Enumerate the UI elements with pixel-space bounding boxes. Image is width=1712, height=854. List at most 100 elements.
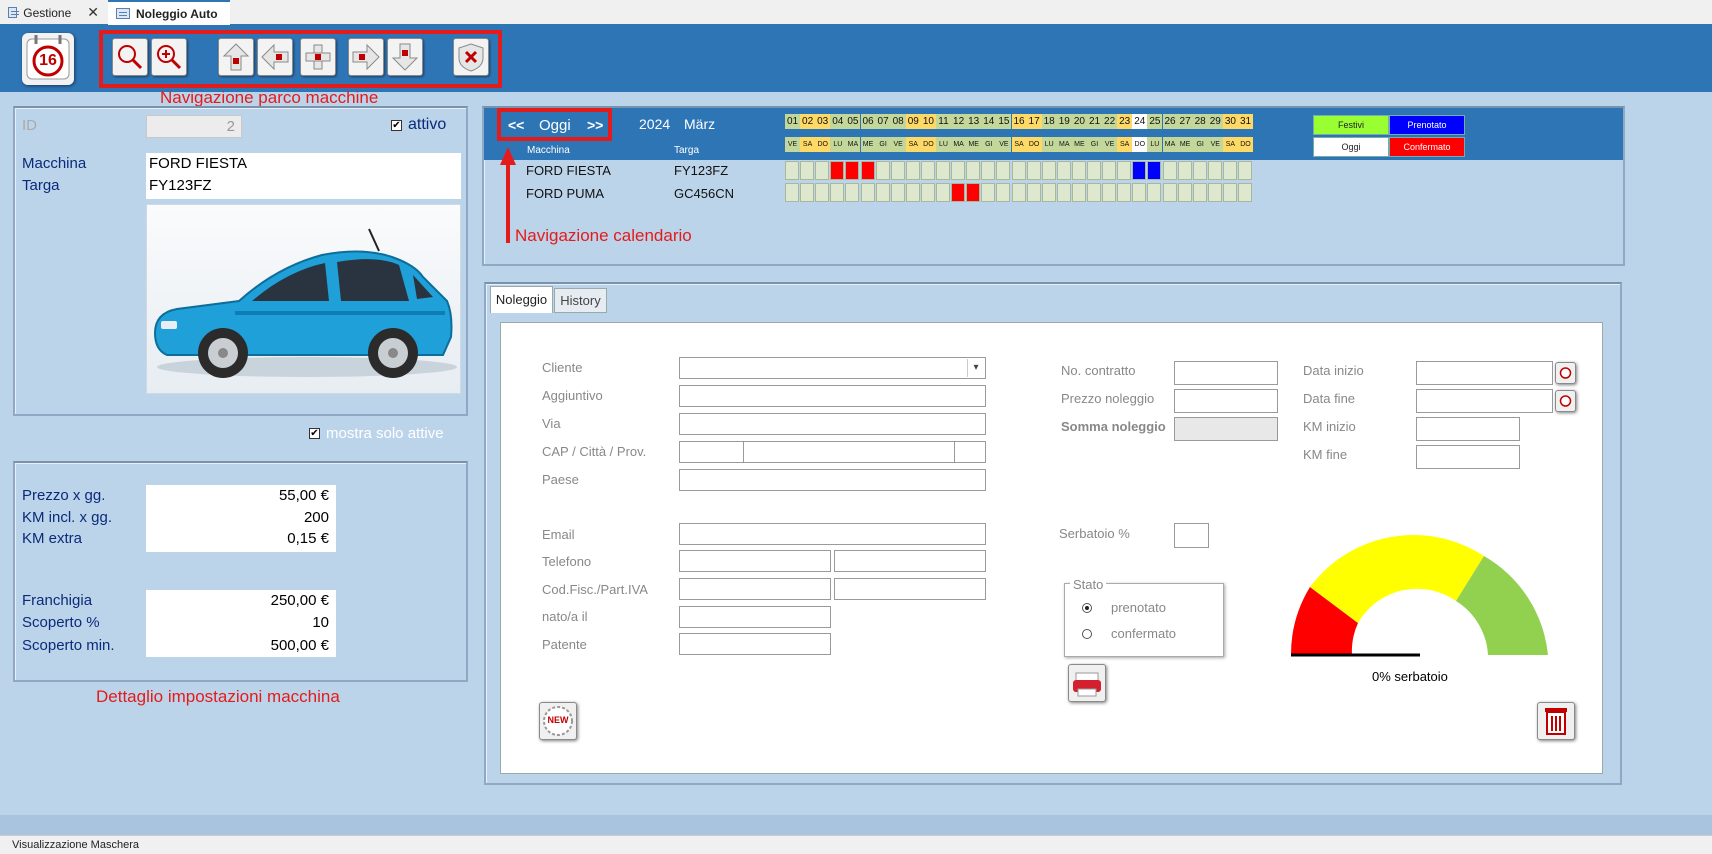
calendar-slot-row2-day-05[interactable] [845,183,860,202]
data-fine-picker-button[interactable] [1555,390,1576,412]
citta-input[interactable] [743,441,955,463]
calendar-slot-row1-day-13[interactable] [966,161,981,180]
calendar-slot-row2-day-06[interactable] [860,183,875,202]
calendar-slot-row2-day-16[interactable] [1011,183,1026,202]
calendar-slot-row1-day-25[interactable] [1147,161,1162,180]
data-inizio-input[interactable] [1416,361,1553,385]
new-record-button[interactable] [300,38,336,76]
calendar-slot-row2-day-25[interactable] [1147,183,1162,202]
calendar-slot-row2-day-09[interactable] [905,183,920,202]
calendar-slot-row2-day-17[interactable] [1026,183,1041,202]
first-record-button[interactable] [218,38,254,76]
calendar-slot-row2-day-23[interactable] [1117,183,1132,202]
calendar-slot-row2-day-14[interactable] [981,183,996,202]
calendar-slot-row1-day-24[interactable] [1132,161,1147,180]
calendar-prev-button[interactable]: << [508,117,524,133]
calendar-slot-row1-day-09[interactable] [905,161,920,180]
calendar-slot-row1-day-03[interactable] [815,161,830,180]
calendar-slot-row1-day-10[interactable] [920,161,935,180]
calendar-slot-row1-day-18[interactable] [1041,161,1056,180]
targa-value[interactable]: FY123FZ [149,177,212,194]
delete-rental-button[interactable] [1537,702,1575,740]
calendar-slot-row2-day-01[interactable] [785,183,799,202]
tab-gestione[interactable]: Gestione ✕ [0,0,107,25]
calendar-slot-row1-day-15[interactable] [996,161,1011,180]
close-icon[interactable]: ✕ [87,4,99,21]
calendar-slot-row1-day-19[interactable] [1056,161,1071,180]
calendar-slot-row1-day-12[interactable] [951,161,966,180]
calendar-slot-row2-day-27[interactable] [1177,183,1192,202]
km-inizio-input[interactable] [1416,417,1520,441]
calendar-slot-row1-day-21[interactable] [1087,161,1101,180]
calendar-slot-row2-day-29[interactable] [1207,183,1222,202]
calendar-slot-row2-day-21[interactable] [1087,183,1101,202]
scoperto-pct-value[interactable]: 10 [146,614,329,631]
calendar-slot-row1-day-28[interactable] [1192,161,1207,180]
next-record-button[interactable] [348,38,384,76]
print-button[interactable] [1068,664,1106,702]
calendar-slot-row2-day-19[interactable] [1056,183,1071,202]
partiva-input[interactable] [834,578,986,600]
calendar-slot-row1-day-30[interactable] [1222,161,1237,180]
delete-record-button[interactable] [453,38,489,76]
calendar-slot-row1-day-06[interactable] [860,161,875,180]
search-button[interactable] [112,38,148,76]
confermato-radio[interactable] [1082,629,1092,639]
calendar-slot-row2-day-15[interactable] [996,183,1011,202]
tab-noleggio[interactable]: Noleggio [490,286,553,313]
data-inizio-picker-button[interactable] [1555,362,1576,384]
calendar-slot-row2-day-30[interactable] [1222,183,1237,202]
telefono2-input[interactable] [834,550,986,572]
calendar-slot-row2-day-02[interactable] [800,183,815,202]
provincia-input[interactable] [954,441,986,463]
calendar-slot-row2-day-11[interactable] [936,183,950,202]
codfisc-input[interactable] [679,578,831,600]
calendar-next-button[interactable]: >> [587,117,603,133]
km-extra-value[interactable]: 0,15 € [146,530,329,547]
calendar-slot-row1-day-17[interactable] [1026,161,1041,180]
attivo-checkbox[interactable]: ✔ [391,120,402,131]
nato-input[interactable] [679,606,831,628]
calendar-slot-row2-day-07[interactable] [875,183,890,202]
calendar-slot-row2-day-26[interactable] [1162,183,1177,202]
calendar-slot-row1-day-14[interactable] [981,161,996,180]
calendar-slot-row2-day-08[interactable] [890,183,905,202]
calendar-slot-row2-day-31[interactable] [1238,183,1252,202]
last-record-button[interactable] [387,38,423,76]
via-input[interactable] [679,413,986,435]
calendar-slot-row1-day-27[interactable] [1177,161,1192,180]
calendar-slot-row1-day-31[interactable] [1238,161,1252,180]
email-input[interactable] [679,523,986,545]
calendar-slot-row1-day-01[interactable] [785,161,799,180]
calendar-slot-row2-day-20[interactable] [1071,183,1086,202]
km-fine-input[interactable] [1416,445,1520,469]
calendar-slot-row2-day-18[interactable] [1041,183,1056,202]
paese-input[interactable] [679,469,986,491]
mostra-solo-attive-checkbox[interactable]: ✔ [309,428,320,439]
cap-input[interactable] [679,441,744,463]
prezzo-noleggio-input[interactable] [1174,389,1278,413]
aggiuntivo-input[interactable] [679,385,986,407]
calendar-slot-row2-day-03[interactable] [815,183,830,202]
calendar-today-button[interactable]: Oggi [539,117,571,134]
km-incl-value[interactable]: 200 [146,509,329,526]
calendar-slot-row1-day-22[interactable] [1102,161,1117,180]
calendar-slot-row1-day-20[interactable] [1071,161,1086,180]
macchina-value[interactable]: FORD FIESTA [149,155,247,172]
tab-history[interactable]: History [554,288,607,313]
calendar-slot-row2-day-12[interactable] [951,183,966,202]
data-fine-input[interactable] [1416,389,1553,413]
chevron-down-icon[interactable]: ▾ [967,359,984,377]
serbatoio-input[interactable] [1174,523,1209,548]
calendar-slot-row1-day-05[interactable] [845,161,860,180]
calendar-slot-row2-day-10[interactable] [920,183,935,202]
new-rental-button[interactable]: NEW [539,702,577,740]
calendar-button[interactable]: 16 [22,33,74,85]
search-add-button[interactable] [151,38,187,76]
prezzo-value[interactable]: 55,00 € [146,487,329,504]
tab-noleggio-auto[interactable]: Noleggio Auto [108,0,230,25]
calendar-slot-row2-day-24[interactable] [1132,183,1147,202]
cliente-select[interactable]: ▾ [679,357,986,379]
calendar-slot-row2-day-28[interactable] [1192,183,1207,202]
calendar-slot-row1-day-04[interactable] [830,161,845,180]
